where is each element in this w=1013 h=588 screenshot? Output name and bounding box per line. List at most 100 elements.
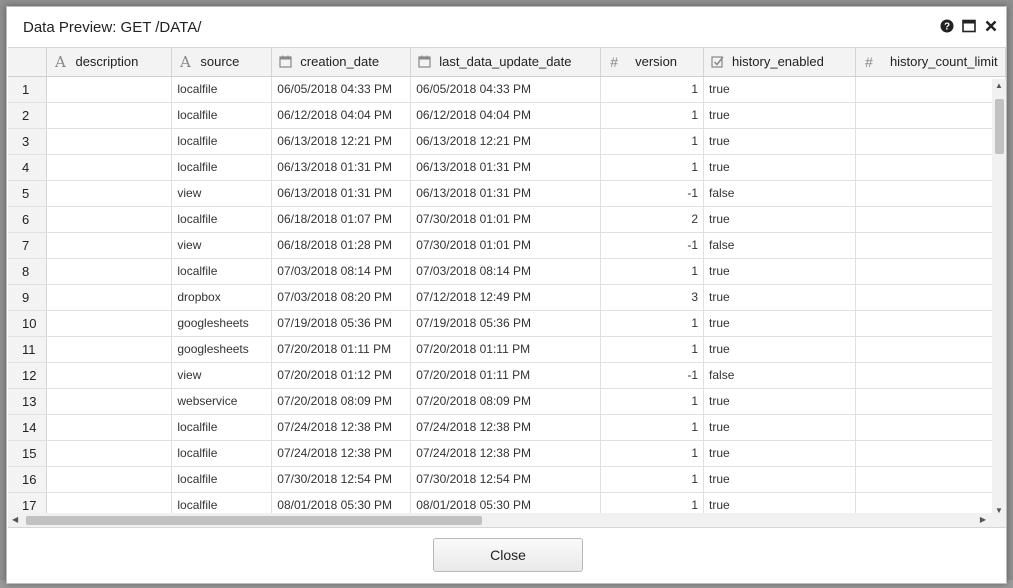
cell-source[interactable]: view [171, 232, 273, 259]
cell-description[interactable] [46, 388, 173, 415]
table-row[interactable]: 4 localfile 06/13/2018 01:31 PM 06/13/2018 … [8, 154, 1006, 181]
cell-source[interactable]: webservice [171, 388, 273, 415]
table-row[interactable]: 14 localfile 07/24/2018 12:38 PM 07/24/2018… [8, 414, 1006, 441]
cell-history-enabled[interactable]: true [703, 76, 856, 103]
cell-last-data-update-date[interactable]: 07/12/2018 12:49 PM [410, 284, 602, 311]
cell-source[interactable]: localfile [171, 154, 273, 181]
horizontal-scroll-thumb[interactable] [26, 516, 482, 525]
cell-creation-date[interactable]: 06/13/2018 01:31 PM [271, 180, 412, 207]
cell-source[interactable]: view [171, 180, 273, 207]
cell-last-data-update-date[interactable]: 06/12/2018 04:04 PM [410, 102, 602, 129]
cell-last-data-update-date[interactable]: 06/05/2018 04:33 PM [410, 76, 602, 103]
cell-description[interactable] [46, 362, 173, 389]
cell-history-count-limit[interactable] [855, 388, 1006, 415]
cell-history-count-limit[interactable] [855, 362, 1006, 389]
cell-source[interactable]: dropbox [171, 284, 273, 311]
cell-description[interactable] [46, 440, 173, 467]
table-row[interactable]: 11 googlesheets 07/20/2018 01:11 PM 07/20/2… [8, 336, 1006, 363]
cell-version[interactable]: 1 [600, 440, 705, 467]
cell-history-enabled[interactable]: true [703, 154, 856, 181]
cell-creation-date[interactable]: 06/13/2018 01:31 PM [271, 154, 412, 181]
vertical-scroll-thumb[interactable] [995, 99, 1004, 154]
cell-history-enabled[interactable]: true [703, 336, 856, 363]
cell-creation-date[interactable]: 06/05/2018 04:33 PM [271, 76, 412, 103]
cell-version[interactable]: -1 [600, 362, 705, 389]
cell-creation-date[interactable]: 07/20/2018 01:11 PM [271, 336, 412, 363]
cell-version[interactable]: 1 [600, 388, 705, 415]
row-number-cell[interactable]: 2 [8, 102, 48, 129]
row-number-cell[interactable]: 15 [8, 440, 48, 467]
table-row[interactable]: 7 view 06/18/2018 01:28 PM 07/30/2018 01:01… [8, 232, 1006, 259]
column-header-history-count-limit[interactable]: # history_count_limit [855, 48, 1006, 77]
cell-history-enabled[interactable]: true [703, 128, 856, 155]
table-row[interactable]: 2 localfile 06/12/2018 04:04 PM 06/12/2018 … [8, 102, 1006, 129]
scroll-up-arrow-icon[interactable]: ▲ [995, 81, 1003, 90]
cell-last-data-update-date[interactable]: 07/30/2018 12:54 PM [410, 466, 602, 493]
cell-source[interactable]: localfile [171, 466, 273, 493]
cell-last-data-update-date[interactable]: 07/24/2018 12:38 PM [410, 414, 602, 441]
cell-creation-date[interactable]: 06/18/2018 01:07 PM [271, 206, 412, 233]
cell-history-count-limit[interactable] [855, 76, 1006, 103]
cell-history-enabled[interactable]: true [703, 310, 856, 337]
maximize-icon[interactable] [962, 19, 976, 33]
row-number-cell[interactable]: 3 [8, 128, 48, 155]
help-icon[interactable]: ? [940, 19, 954, 33]
cell-creation-date[interactable]: 07/20/2018 01:12 PM [271, 362, 412, 389]
row-number-cell[interactable]: 1 [8, 76, 48, 103]
cell-history-enabled[interactable]: false [703, 180, 856, 207]
row-number-cell[interactable]: 12 [8, 362, 48, 389]
row-number-cell[interactable]: 14 [8, 414, 48, 441]
close-icon[interactable] [984, 19, 998, 33]
cell-version[interactable]: 1 [600, 128, 705, 155]
cell-creation-date[interactable]: 07/30/2018 12:54 PM [271, 466, 412, 493]
cell-history-enabled[interactable]: true [703, 466, 856, 493]
cell-history-enabled[interactable]: true [703, 206, 856, 233]
cell-source[interactable]: localfile [171, 258, 273, 285]
row-number-cell[interactable]: 7 [8, 232, 48, 259]
table-row[interactable]: 10 googlesheets 07/19/2018 05:36 PM 07/19/2… [8, 310, 1006, 337]
cell-last-data-update-date[interactable]: 06/13/2018 01:31 PM [410, 154, 602, 181]
cell-creation-date[interactable]: 06/13/2018 12:21 PM [271, 128, 412, 155]
cell-history-count-limit[interactable] [855, 102, 1006, 129]
row-number-cell[interactable]: 10 [8, 310, 48, 337]
cell-source[interactable]: localfile [171, 128, 273, 155]
cell-history-enabled[interactable]: true [703, 258, 856, 285]
cell-history-enabled[interactable]: true [703, 414, 856, 441]
cell-last-data-update-date[interactable]: 07/20/2018 01:11 PM [410, 362, 602, 389]
cell-description[interactable] [46, 258, 173, 285]
cell-description[interactable] [46, 76, 173, 103]
cell-version[interactable]: 1 [600, 76, 705, 103]
cell-last-data-update-date[interactable]: 07/24/2018 12:38 PM [410, 440, 602, 467]
cell-history-count-limit[interactable] [855, 258, 1006, 285]
cell-history-count-limit[interactable] [855, 180, 1006, 207]
cell-history-enabled[interactable]: true [703, 440, 856, 467]
column-header-last-data-update-date[interactable]: last_data_update_date [410, 48, 602, 77]
cell-creation-date[interactable]: 07/20/2018 08:09 PM [271, 388, 412, 415]
cell-source[interactable]: localfile [171, 414, 273, 441]
column-header-source[interactable]: Asource [171, 48, 273, 77]
cell-description[interactable] [46, 154, 173, 181]
cell-history-count-limit[interactable] [855, 284, 1006, 311]
row-number-cell[interactable]: 4 [8, 154, 48, 181]
cell-last-data-update-date[interactable]: 07/30/2018 01:01 PM [410, 232, 602, 259]
cell-last-data-update-date[interactable]: 06/13/2018 12:21 PM [410, 128, 602, 155]
table-row[interactable]: 15 localfile 07/24/2018 12:38 PM 07/24/2018… [8, 440, 1006, 467]
table-row[interactable]: 3 localfile 06/13/2018 12:21 PM 06/13/2018 … [8, 128, 1006, 155]
cell-source[interactable]: view [171, 362, 273, 389]
cell-version[interactable]: -1 [600, 180, 705, 207]
cell-version[interactable]: 1 [600, 466, 705, 493]
cell-source[interactable]: localfile [171, 102, 273, 129]
cell-description[interactable] [46, 102, 173, 129]
table-row[interactable]: 1 localfile 06/05/2018 04:33 PM 06/05/2018 … [8, 76, 1006, 103]
cell-last-data-update-date[interactable]: 07/30/2018 01:01 PM [410, 206, 602, 233]
horizontal-scrollbar[interactable]: ◀ ▶ [8, 513, 1006, 527]
cell-history-count-limit[interactable] [855, 154, 1006, 181]
cell-version[interactable]: 1 [600, 258, 705, 285]
table-row[interactable]: 5 view 06/13/2018 01:31 PM 06/13/2018 01:31… [8, 180, 1006, 207]
row-number-cell[interactable]: 6 [8, 206, 48, 233]
table-row[interactable]: 8 localfile 07/03/2018 08:14 PM 07/03/2018 … [8, 258, 1006, 285]
scroll-right-arrow-icon[interactable]: ▶ [980, 515, 986, 524]
cell-history-enabled[interactable]: true [703, 284, 856, 311]
cell-description[interactable] [46, 466, 173, 493]
cell-source[interactable]: googlesheets [171, 310, 273, 337]
